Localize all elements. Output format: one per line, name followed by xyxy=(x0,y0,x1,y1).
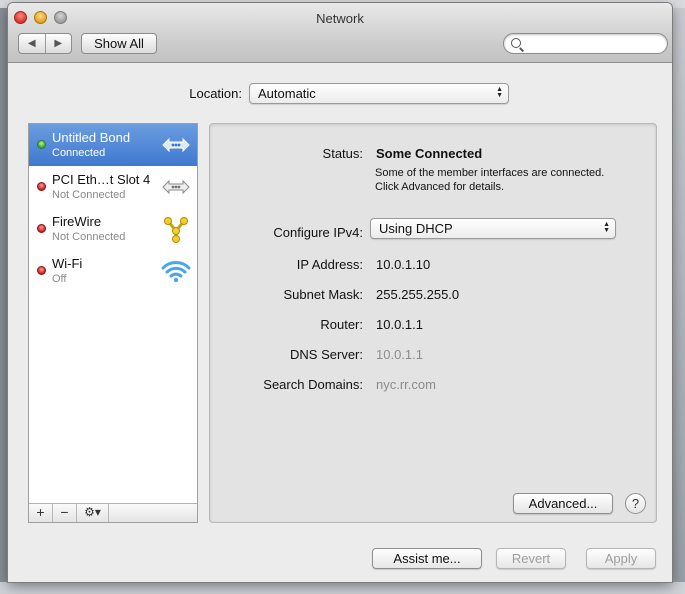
location-value: Automatic xyxy=(258,86,316,101)
background-desktop-right xyxy=(672,8,685,582)
service-item-wifi[interactable]: Wi-Fi Off xyxy=(29,250,197,292)
wifi-icon xyxy=(161,261,191,283)
add-service-button[interactable]: + xyxy=(29,504,53,522)
dns-server-label: DNS Server: xyxy=(290,347,363,362)
service-state: Not Connected xyxy=(52,189,126,201)
service-detail-pane: Status: Some Connected Some of the membe… xyxy=(209,123,657,523)
popup-arrows-icon: ▲ ▼ xyxy=(603,221,610,234)
location-popup[interactable]: Automatic ▲ ▼ xyxy=(249,83,509,104)
router-label: Router: xyxy=(320,317,363,332)
back-forward-control: ◀ ▶ xyxy=(18,33,72,54)
search-input[interactable] xyxy=(503,33,668,54)
service-state: Connected xyxy=(52,147,106,159)
toolbar: Network ◀ ▶ Show All xyxy=(8,3,672,63)
status-description: Some of the member interfaces are connec… xyxy=(375,167,605,193)
firewire-icon xyxy=(164,217,188,243)
back-arrow-icon[interactable]: ◀ xyxy=(19,34,46,53)
search-icon xyxy=(511,38,521,48)
window-title: Network xyxy=(316,11,364,26)
service-name: Untitled Bond xyxy=(52,130,131,145)
ethernet-arrows-icon xyxy=(162,179,190,195)
configure-ipv4-value: Using DHCP xyxy=(379,221,453,236)
location-label: Location: xyxy=(189,86,242,101)
advanced-button[interactable]: Advanced... xyxy=(513,493,613,514)
ip-address-label: IP Address: xyxy=(296,257,363,272)
service-state: Off xyxy=(52,273,67,285)
background-desktop-bottom xyxy=(0,582,685,594)
popup-arrows-icon: ▲ ▼ xyxy=(496,86,503,99)
ip-address-value: 10.0.1.10 xyxy=(376,257,431,272)
status-dot-disconnected xyxy=(37,182,46,191)
service-name: FireWire xyxy=(52,214,102,229)
status-dot-connected xyxy=(37,140,46,149)
remove-service-button[interactable]: − xyxy=(53,504,77,522)
bond-arrows-icon xyxy=(162,137,190,153)
status-label: Status: xyxy=(322,146,363,161)
gear-menu-button[interactable]: ⚙▾ xyxy=(77,504,109,522)
service-list-controls: + − ⚙▾ xyxy=(29,503,197,522)
search-domains-label: Search Domains: xyxy=(263,377,363,392)
status-value: Some Connected xyxy=(376,146,483,161)
configure-ipv4-label: Configure IPv4: xyxy=(273,225,363,240)
assist-me-button[interactable]: Assist me... xyxy=(372,548,482,569)
show-all-button[interactable]: Show All xyxy=(81,33,157,54)
router-value: 10.0.1.1 xyxy=(376,317,423,332)
dns-server-value: 10.0.1.1 xyxy=(376,347,423,362)
status-dot-disconnected xyxy=(37,266,46,275)
service-name: PCI Eth…t Slot 4 xyxy=(52,172,151,187)
apply-button[interactable]: Apply xyxy=(586,548,656,569)
service-list: Untitled Bond Connected PCI Eth…t Slot 4… xyxy=(28,123,198,523)
service-item-pci-ethernet[interactable]: PCI Eth…t Slot 4 Not Connected xyxy=(29,166,197,208)
search-domains-value: nyc.rr.com xyxy=(376,377,436,392)
configure-ipv4-popup[interactable]: Using DHCP ▲ ▼ xyxy=(370,218,616,239)
revert-button[interactable]: Revert xyxy=(496,548,566,569)
service-state: Not Connected xyxy=(52,231,126,243)
subnet-mask-value: 255.255.255.0 xyxy=(376,287,460,302)
network-preferences-window: Network ◀ ▶ Show All Location: Automatic… xyxy=(8,3,672,582)
subnet-mask-label: Subnet Mask: xyxy=(283,287,364,302)
service-item-firewire[interactable]: FireWire Not Connected xyxy=(29,208,197,250)
status-dot-disconnected xyxy=(37,224,46,233)
help-button[interactable]: ? xyxy=(625,493,646,514)
forward-arrow-icon[interactable]: ▶ xyxy=(46,34,72,53)
service-item-untitled-bond[interactable]: Untitled Bond Connected xyxy=(29,124,197,166)
service-name: Wi-Fi xyxy=(52,256,83,271)
